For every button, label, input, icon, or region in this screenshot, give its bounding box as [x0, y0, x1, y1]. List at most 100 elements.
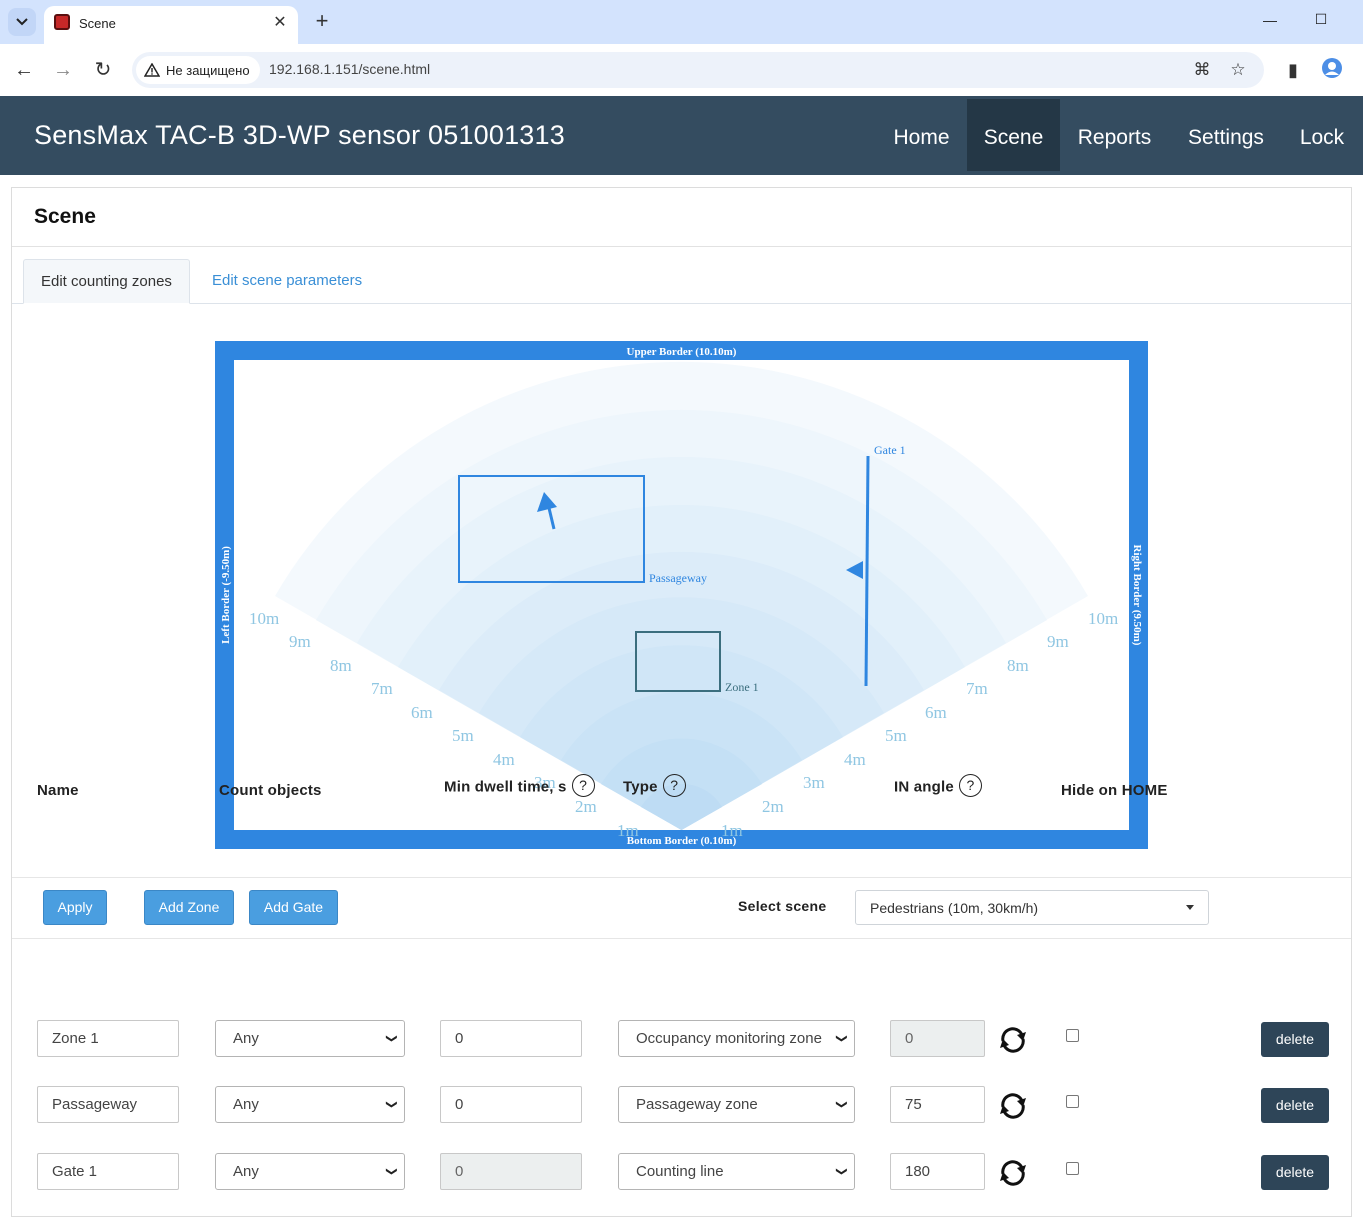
browser-tab[interactable]: Scene ✕	[44, 6, 298, 44]
count-objects-select[interactable]: Any ❯	[215, 1153, 405, 1190]
chevron-down-icon: ❯	[823, 1164, 854, 1179]
range-label-left: 10m	[249, 609, 279, 628]
minimize-icon[interactable]: —	[1260, 12, 1280, 28]
count-objects-value: Any	[233, 1096, 259, 1113]
nav-scene[interactable]: Scene	[967, 99, 1060, 171]
bottom-border-label: Bottom Border (0.10m)	[627, 835, 737, 847]
scene-canvas[interactable]: 1m 2m 3m 4m 5m 6m 7m 8m 9m 10m 1m 2m 3m …	[215, 341, 1148, 849]
passageway-zone-label: Passageway	[649, 571, 707, 585]
zone-type-select[interactable]: Occupancy monitoring zone ❯	[618, 1020, 855, 1057]
range-label-right: 8m	[1007, 656, 1029, 675]
new-tab-icon[interactable]: +	[310, 10, 334, 32]
tab-edit-scene-parameters[interactable]: Edit scene parameters	[195, 259, 379, 304]
selected-scene-value: Pedestrians (10m, 30km/h)	[870, 900, 1039, 916]
min-dwell-input[interactable]: 0	[440, 1153, 582, 1190]
range-label-left: 9m	[289, 632, 311, 651]
col-header-in-angle-text: IN angle	[894, 778, 954, 796]
app-title: SensMax TAC-B 3D-WP sensor 051001313	[34, 120, 565, 150]
chevron-down-icon: ❯	[823, 1031, 854, 1046]
panel-header: Scene	[12, 188, 1351, 247]
warning-icon	[144, 63, 160, 77]
panel-tabs: Edit counting zones Edit scene parameter…	[12, 247, 1351, 304]
zone-name-input[interactable]: Gate 1	[37, 1153, 179, 1190]
zone-type-select[interactable]: Counting line ❯	[618, 1153, 855, 1190]
add-gate-button[interactable]: Add Gate	[249, 890, 338, 925]
scene-panel: Scene Edit counting zones Edit scene par…	[11, 187, 1352, 1217]
chevron-down-icon: ❯	[373, 1031, 404, 1046]
rotate-icon[interactable]	[997, 1157, 1029, 1189]
security-chip[interactable]: Не защищено	[136, 56, 260, 84]
range-label-left: 7m	[371, 679, 393, 698]
range-label-right: 3m	[803, 773, 825, 792]
chevron-down-icon: ❯	[823, 1097, 854, 1112]
hide-on-home-checkbox[interactable]	[1066, 1162, 1079, 1175]
tab-title: Scene	[79, 16, 116, 31]
zone-type-select[interactable]: Passageway zone ❯	[618, 1086, 855, 1123]
url-text[interactable]: 192.168.1.151/scene.html	[269, 61, 430, 77]
right-border-label: Right Border (9.50m)	[1131, 545, 1143, 646]
in-angle-input[interactable]: 0	[890, 1020, 985, 1057]
tab-list-button[interactable]	[8, 8, 36, 36]
help-icon[interactable]: ?	[571, 774, 595, 797]
zone-type-value: Passageway zone	[636, 1096, 758, 1113]
select-scene-dropdown[interactable]: Pedestrians (10m, 30km/h)	[855, 890, 1209, 925]
min-dwell-input[interactable]: 0	[440, 1020, 582, 1057]
count-objects-select[interactable]: Any ❯	[215, 1086, 405, 1123]
hide-on-home-checkbox[interactable]	[1066, 1095, 1079, 1108]
browser-toolbar: ← → ↻ Не защищено 192.168.1.151/scene.ht…	[0, 44, 1363, 96]
col-header-dwell-text: Min dwell time, s	[444, 778, 567, 796]
hide-on-home-checkbox[interactable]	[1066, 1029, 1079, 1042]
count-objects-value: Any	[233, 1163, 259, 1180]
in-angle-input[interactable]: 180	[890, 1153, 985, 1190]
close-tab-icon[interactable]: ✕	[270, 12, 290, 32]
range-label-right: 2m	[762, 797, 784, 816]
rotate-icon[interactable]	[997, 1024, 1029, 1056]
zone-name-input[interactable]: Zone 1	[37, 1020, 179, 1057]
delete-button[interactable]: delete	[1261, 1022, 1329, 1057]
add-zone-button[interactable]: Add Zone	[144, 890, 234, 925]
chevron-down-icon	[16, 18, 28, 26]
help-icon[interactable]: ?	[662, 774, 686, 797]
gate-line[interactable]	[864, 455, 870, 687]
back-icon[interactable]: ←	[11, 57, 37, 83]
side-panel-icon[interactable]: ▮	[1280, 57, 1306, 83]
apply-button[interactable]: Apply	[43, 890, 107, 925]
col-header-in-angle: IN angle?	[894, 774, 982, 799]
browser-tabbar: Scene ✕ + — ☐	[0, 0, 1363, 44]
app-header: SensMax TAC-B 3D-WP sensor 051001313 Hom…	[0, 96, 1363, 175]
left-border-label: Left Border (-9.50m)	[220, 546, 232, 644]
bookmark-star-icon[interactable]: ☆	[1226, 58, 1250, 82]
tab-edit-counting-zones[interactable]: Edit counting zones	[23, 259, 190, 304]
forward-icon[interactable]: →	[50, 57, 76, 83]
translate-icon[interactable]: ⌘	[1190, 58, 1214, 82]
help-icon[interactable]: ?	[958, 774, 982, 797]
min-dwell-input[interactable]: 0	[440, 1086, 582, 1123]
nav-home[interactable]: Home	[876, 99, 967, 171]
chevron-down-icon: ❯	[373, 1164, 404, 1179]
zone-type-value: Counting line	[636, 1163, 724, 1180]
panel-title: Scene	[34, 205, 96, 228]
range-label-right: 9m	[1047, 632, 1069, 651]
zone-name-input[interactable]: Passageway	[37, 1086, 179, 1123]
delete-button[interactable]: delete	[1261, 1155, 1329, 1190]
nav-settings[interactable]: Settings	[1169, 99, 1283, 171]
site-favicon-icon	[54, 14, 70, 30]
chevron-down-icon: ❯	[373, 1097, 404, 1112]
maximize-icon[interactable]: ☐	[1311, 11, 1331, 28]
table-row: Gate 1 Any ❯ 0 Counting line ❯ 180 delete	[0, 1153, 1339, 1193]
range-label-left: 4m	[493, 750, 515, 769]
reload-icon[interactable]: ↻	[90, 57, 116, 83]
address-bar[interactable]: Не защищено 192.168.1.151/scene.html ⌘ ☆	[132, 52, 1264, 88]
gate-label: Gate 1	[874, 443, 906, 457]
rotate-icon[interactable]	[997, 1090, 1029, 1122]
delete-button[interactable]: delete	[1261, 1088, 1329, 1123]
count-objects-select[interactable]: Any ❯	[215, 1020, 405, 1057]
profile-avatar-icon[interactable]	[1319, 57, 1345, 83]
col-header-hide-on-home: Hide on HOME	[1061, 782, 1168, 799]
range-label-left: 8m	[330, 656, 352, 675]
nav-reports[interactable]: Reports	[1060, 99, 1169, 171]
range-label-right: 7m	[966, 679, 988, 698]
in-angle-input[interactable]: 75	[890, 1086, 985, 1123]
zone-type-value: Occupancy monitoring zone	[636, 1030, 822, 1047]
nav-lock[interactable]: Lock	[1283, 99, 1361, 171]
